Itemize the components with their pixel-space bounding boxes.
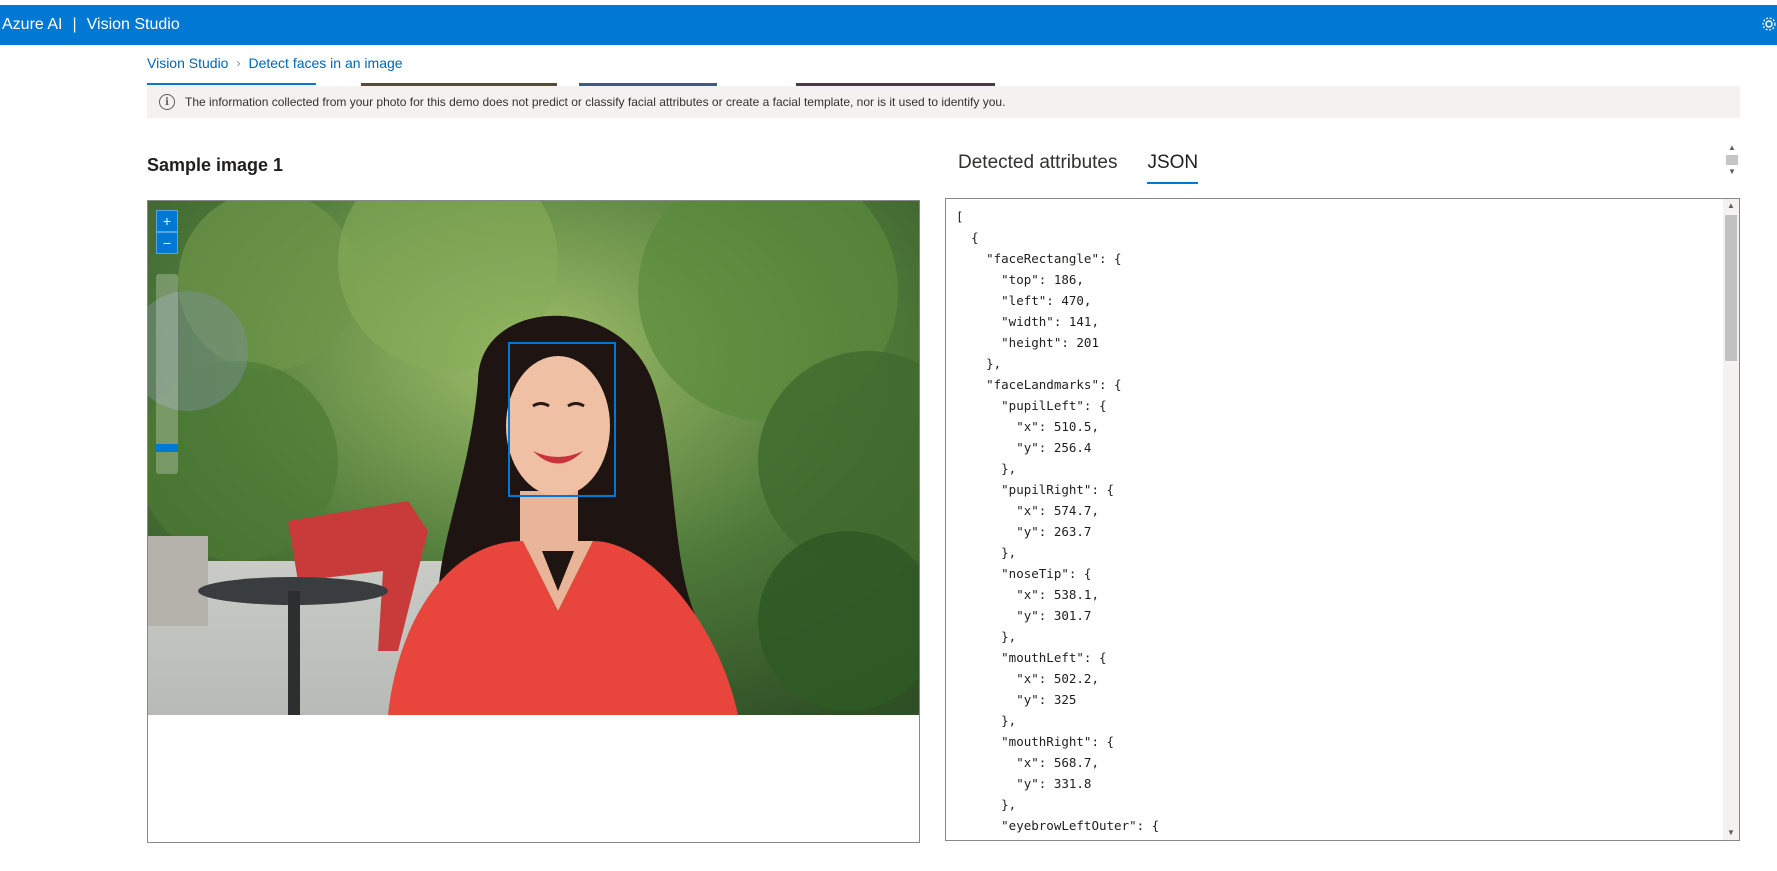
json-line: }, xyxy=(956,461,1017,476)
brand-azure-ai: Azure AI xyxy=(2,16,63,33)
json-line: "y": 263.7 xyxy=(956,524,1092,539)
image-viewer: + − xyxy=(147,200,920,843)
zoom-controls: + − xyxy=(156,210,178,254)
json-line: }, xyxy=(956,629,1017,644)
json-line: "x": 538.1, xyxy=(956,587,1099,602)
json-output: [ { "faceRectangle": { "top": 186, "left… xyxy=(945,198,1740,841)
json-text: [ { "faceRectangle": { "top": 186, "left… xyxy=(956,206,1159,836)
breadcrumb: Vision Studio › Detect faces in an image xyxy=(147,55,403,71)
tab-detected-attributes[interactable]: Detected attributes xyxy=(958,152,1117,184)
json-line: "top": 186, xyxy=(956,272,1084,287)
zoom-out-button[interactable]: − xyxy=(156,232,178,254)
json-line: "pupilLeft": { xyxy=(956,398,1107,413)
scroll-up-icon[interactable]: ▲ xyxy=(1723,199,1739,213)
json-line: "y": 331.8 xyxy=(956,776,1092,791)
json-line: "faceLandmarks": { xyxy=(956,377,1122,392)
sample-photo xyxy=(148,201,919,715)
json-line: "x": 568.7, xyxy=(956,755,1099,770)
breadcrumb-vision-studio[interactable]: Vision Studio xyxy=(147,55,228,71)
json-line: "x": 574.7, xyxy=(956,503,1099,518)
info-banner: i The information collected from your ph… xyxy=(147,86,1740,118)
sample-image-title: Sample image 1 xyxy=(147,155,284,175)
breadcrumb-detect-faces[interactable]: Detect faces in an image xyxy=(248,55,402,71)
json-line: "eyebrowLeftOuter": { xyxy=(956,818,1160,833)
breadcrumb-underline xyxy=(147,83,316,85)
json-line: "noseTip": { xyxy=(956,566,1092,581)
json-line: }, xyxy=(956,545,1017,560)
scroll-up-icon[interactable]: ▲ xyxy=(1725,143,1739,153)
json-scrollbar[interactable]: ▲ ▼ xyxy=(1723,199,1739,840)
panel-scrollbar-thumb[interactable] xyxy=(1726,155,1738,165)
json-line: }, xyxy=(956,797,1017,812)
json-line: }, xyxy=(956,713,1017,728)
json-scrollbar-thumb[interactable] xyxy=(1725,215,1737,361)
info-banner-text: The information collected from your phot… xyxy=(185,95,1006,109)
info-icon: i xyxy=(159,94,175,110)
brand-separator: | xyxy=(72,16,77,33)
face-bounding-box[interactable] xyxy=(508,342,616,497)
json-line: }, xyxy=(956,356,1002,371)
panel-scrollbar[interactable]: ▲ ▼ xyxy=(1725,143,1739,185)
json-line: "height": 201 xyxy=(956,335,1099,350)
zoom-slider-thumb[interactable] xyxy=(156,444,178,452)
brand-vision-studio: Vision Studio xyxy=(86,16,180,33)
json-line: { xyxy=(956,230,979,245)
tab-json[interactable]: JSON xyxy=(1147,152,1198,184)
json-line: "faceRectangle": { xyxy=(956,251,1122,266)
scroll-down-icon[interactable]: ▼ xyxy=(1723,826,1739,840)
zoom-in-button[interactable]: + xyxy=(156,210,178,232)
json-line: "x": 502.2, xyxy=(956,671,1099,686)
json-line: "x": 510.5, xyxy=(956,419,1099,434)
app-brand[interactable]: Azure AI | Vision Studio xyxy=(0,16,180,34)
json-line: "width": 141, xyxy=(956,314,1099,329)
json-line: "mouthRight": { xyxy=(956,734,1115,749)
json-line: "y": 301.7 xyxy=(956,608,1092,623)
chevron-right-icon: › xyxy=(236,56,241,70)
json-line: "y": 325 xyxy=(956,692,1077,707)
scroll-down-icon[interactable]: ▼ xyxy=(1725,167,1739,177)
result-tabs: Detected attributes JSON xyxy=(958,152,1198,184)
gear-icon[interactable] xyxy=(1761,16,1777,32)
zoom-slider[interactable] xyxy=(156,274,178,474)
json-line: "mouthLeft": { xyxy=(956,650,1107,665)
json-line: [ xyxy=(956,209,964,224)
json-line: "y": 256.4 xyxy=(956,440,1092,455)
top-bar: Azure AI | Vision Studio xyxy=(0,5,1777,45)
json-line: "pupilRight": { xyxy=(956,482,1115,497)
json-line: "left": 470, xyxy=(956,293,1092,308)
